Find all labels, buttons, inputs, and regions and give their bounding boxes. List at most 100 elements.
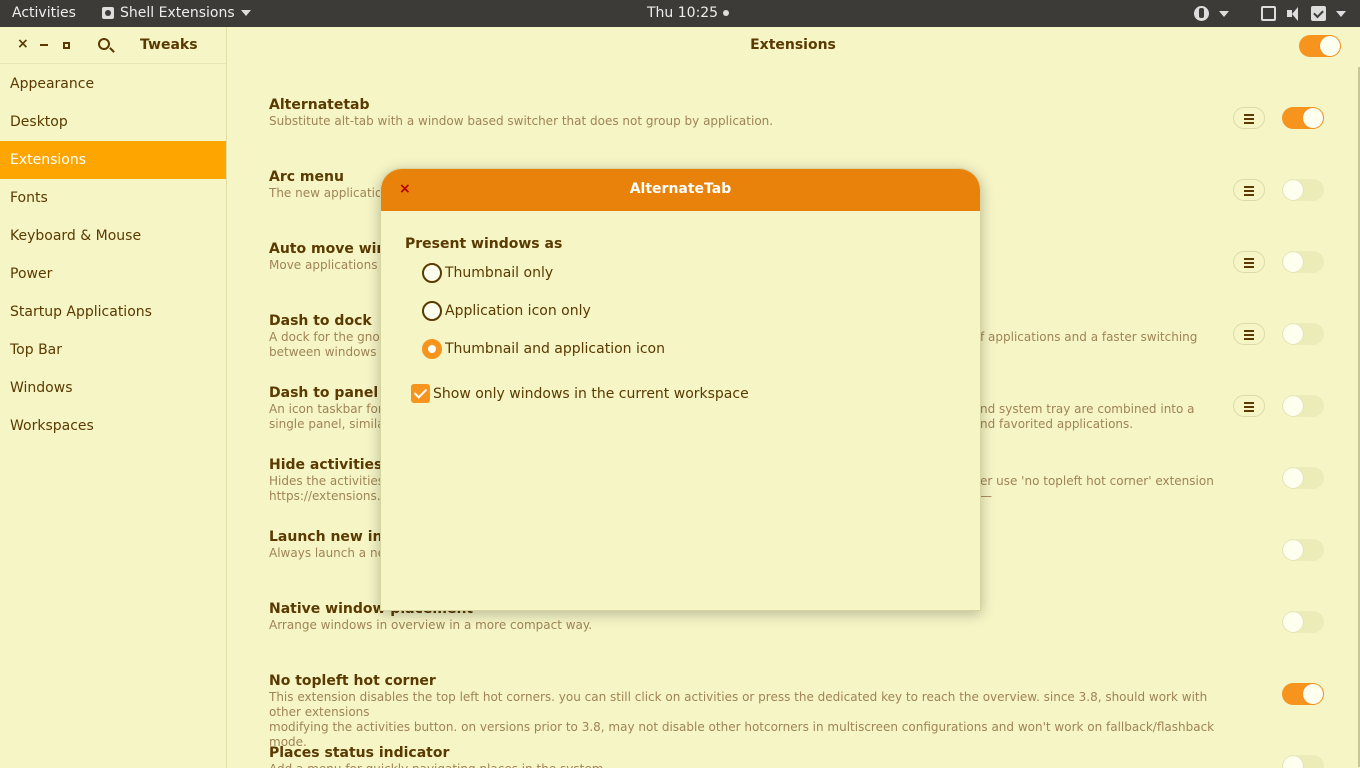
extension-toggle[interactable] — [1282, 755, 1324, 768]
extension-settings-button[interactable] — [1233, 107, 1265, 129]
app-title: Tweaks — [140, 37, 198, 53]
extension-toggle[interactable] — [1282, 251, 1324, 273]
extension-description-line: The new applications — [269, 186, 397, 200]
app-menu-label: Shell Extensions — [120, 5, 235, 21]
menu-lines-icon — [1244, 118, 1254, 120]
menu-lines-icon — [1244, 410, 1254, 412]
close-window-icon[interactable]: × — [17, 36, 29, 52]
sidebar-item-startup-applications[interactable]: Startup Applications — [0, 293, 226, 331]
clock-label: Thu 10:25 — [647, 5, 719, 21]
radio-thumbnail-only[interactable]: Thumbnail only — [422, 263, 553, 283]
dialog-header: × AlternateTab — [381, 169, 980, 211]
radio-thumbnail-and-icon[interactable]: Thumbnail and application icon — [422, 339, 665, 359]
current-workspace-checkbox[interactable] — [411, 384, 430, 403]
alternatetab-dialog: × AlternateTab Present windows as Thumbn… — [380, 168, 981, 611]
extension-name: Alternatetab — [269, 97, 370, 113]
radio-button[interactable] — [422, 263, 442, 283]
extension-description-line: An icon taskbar for t — [269, 402, 392, 416]
sidebar-list: Appearance Desktop Extensions Fonts Keyboard… — [0, 65, 226, 445]
chevron-down-icon[interactable] — [1219, 10, 1229, 17]
extension-name: Arc menu — [269, 169, 344, 185]
extension-row: Places status indicatorAdd a menu for qu… — [228, 711, 1360, 768]
extension-toggle[interactable] — [1282, 107, 1324, 129]
radio-button[interactable] — [422, 339, 442, 359]
menu-lines-icon — [1244, 334, 1254, 336]
sidebar-item-workspaces[interactable]: Workspaces — [0, 407, 226, 445]
menu-lines-icon — [1244, 402, 1254, 404]
radio-button[interactable] — [422, 301, 442, 321]
menu-lines-icon — [1244, 266, 1254, 268]
sidebar: × Tweaks Appearance Desktop Extensions Font… — [0, 27, 227, 768]
maximize-window-icon[interactable] — [63, 42, 70, 49]
menu-lines-icon — [1244, 122, 1254, 124]
extension-name: Launch new inst — [269, 529, 398, 545]
app-gear-icon — [102, 7, 114, 19]
network-icon[interactable] — [1261, 6, 1276, 21]
extension-description-line: Hides the activities b — [269, 474, 396, 488]
extension-description-line: Add a menu for quickly navigating places… — [269, 762, 607, 768]
extension-toggle[interactable] — [1282, 611, 1324, 633]
accessibility-icon[interactable] — [1194, 6, 1209, 21]
extension-name: Auto move wind — [269, 241, 397, 257]
extension-settings-button[interactable] — [1233, 323, 1265, 345]
minimize-window-icon[interactable] — [40, 38, 48, 46]
extension-toggle[interactable] — [1282, 683, 1324, 705]
clock-button[interactable]: Thu 10:25 — [647, 5, 730, 21]
extension-toggle[interactable] — [1282, 467, 1324, 489]
menu-lines-icon — [1244, 258, 1254, 260]
menu-lines-icon — [1244, 262, 1254, 264]
extension-toggle[interactable] — [1282, 395, 1324, 417]
menu-lines-icon — [1244, 338, 1254, 340]
clipboard-icon[interactable] — [1311, 6, 1326, 21]
extension-description: Substitute alt-tab with a window based s… — [269, 114, 1229, 129]
sidebar-item-keyboard-mouse[interactable]: Keyboard & Mouse — [0, 217, 226, 255]
sidebar-item-top-bar[interactable]: Top Bar — [0, 331, 226, 369]
volume-icon[interactable] — [1286, 6, 1301, 21]
current-workspace-checkbox-row[interactable]: Show only windows in the current workspa… — [411, 384, 749, 403]
extension-description-line: Arrange windows in overview in a more co… — [269, 618, 593, 632]
sidebar-item-power[interactable]: Power — [0, 255, 226, 293]
menu-lines-icon — [1244, 330, 1254, 332]
search-icon[interactable] — [98, 38, 110, 50]
system-tray — [1194, 4, 1346, 23]
activities-button[interactable]: Activities — [12, 5, 76, 21]
extension-name: Dash to panel — [269, 385, 379, 401]
extension-description-line: nd system tray are combined into a — [980, 402, 1195, 416]
menu-lines-icon — [1244, 190, 1254, 192]
top-bar: Activities Shell Extensions Thu 10:25 — [0, 0, 1360, 27]
extension-toggle[interactable] — [1282, 323, 1324, 345]
sidebar-item-extensions[interactable]: Extensions — [0, 141, 226, 179]
extension-toggle[interactable] — [1282, 179, 1324, 201]
extension-description-line: f applications and a faster switching — [980, 330, 1198, 344]
menu-lines-icon — [1244, 186, 1254, 188]
sidebar-item-appearance[interactable]: Appearance — [0, 65, 226, 103]
extension-settings-button[interactable] — [1233, 251, 1265, 273]
extension-name: Places status indicator — [269, 745, 450, 761]
extension-toggle[interactable] — [1282, 539, 1324, 561]
page-title: Extensions — [750, 37, 836, 53]
extension-settings-button[interactable] — [1233, 179, 1265, 201]
menu-lines-icon — [1244, 114, 1254, 116]
extension-settings-button[interactable] — [1233, 395, 1265, 417]
extension-description-line: Always launch a new — [269, 546, 395, 560]
radio-application-icon-only[interactable]: Application icon only — [422, 301, 591, 321]
extension-row: Alternatetab Substitute alt-tab with a wi… — [228, 63, 1360, 135]
notification-dot-icon — [723, 10, 730, 16]
extension-description: Add a menu for quickly navigating places… — [269, 762, 1229, 768]
sidebar-header: × Tweaks — [0, 27, 226, 64]
app-menu-button[interactable]: Shell Extensions — [102, 5, 251, 21]
sidebar-item-fonts[interactable]: Fonts — [0, 179, 226, 217]
sidebar-item-windows[interactable]: Windows — [0, 369, 226, 407]
present-windows-label: Present windows as — [405, 236, 563, 252]
menu-lines-icon — [1244, 406, 1254, 408]
extensions-master-toggle[interactable] — [1299, 35, 1341, 57]
extension-row: No topleft hot corner This extension disa… — [228, 639, 1360, 749]
chevron-down-icon — [240, 10, 251, 16]
dialog-title: AlternateTab — [629, 181, 732, 197]
extension-name: Dash to dock — [269, 313, 372, 329]
sidebar-item-desktop[interactable]: Desktop — [0, 103, 226, 141]
extension-description-line: Substitute alt-tab with a window based s… — [269, 114, 774, 128]
extension-name: No topleft hot corner — [269, 673, 436, 689]
system-menu-chevron-icon[interactable] — [1336, 10, 1346, 17]
extension-name: Hide activities b — [269, 457, 398, 473]
